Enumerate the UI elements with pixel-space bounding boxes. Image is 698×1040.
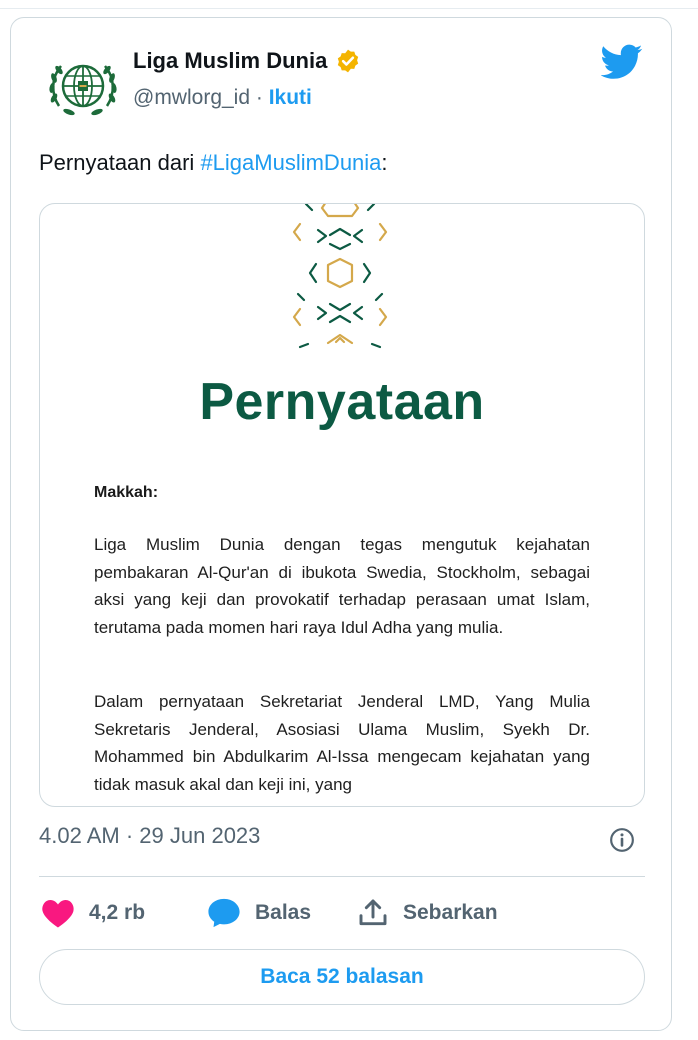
tweet-text-prefix: Pernyataan dari: [39, 150, 201, 175]
tweet-text-suffix: :: [381, 150, 388, 175]
author-handle[interactable]: @mwlorg_id: [133, 86, 250, 109]
author-handle-row: @mwlorg_id · Ikuti: [133, 86, 312, 110]
media-paragraph-1: Liga Muslim Dunia dengan tegas mengutuk …: [94, 535, 590, 637]
speech-bubble-icon: [208, 898, 240, 928]
author-name-text[interactable]: Liga Muslim Dunia: [133, 48, 327, 74]
tweet-timestamp[interactable]: 4.02 AM · 29 Jun 2023: [39, 823, 260, 849]
verified-badge-icon: [338, 49, 359, 73]
follow-button[interactable]: Ikuti: [269, 86, 312, 109]
tweet-embed-card: Liga Muslim Dunia @mwlorg_id · Ikuti Per…: [10, 17, 672, 1031]
geometric-pattern-icon: [292, 204, 388, 349]
media-location: Makkah:: [94, 484, 159, 501]
tweet-text: Pernyataan dari #LigaMuslimDunia:: [39, 150, 388, 176]
top-divider: [0, 8, 698, 9]
media-paragraph-2: Dalam pernyataan Sekretariat Jenderal LM…: [94, 692, 590, 794]
handle-separator: ·: [255, 86, 263, 109]
avatar[interactable]: [41, 46, 125, 130]
read-replies-label: Baca 52 balasan: [260, 965, 424, 988]
read-replies-button[interactable]: Baca 52 balasan: [39, 949, 645, 1005]
share-button[interactable]: Sebarkan: [357, 896, 498, 930]
reply-label: Balas: [255, 901, 312, 924]
like-button[interactable]: 4,2 rb: [41, 896, 145, 930]
timestamp-separator: ·: [125, 823, 134, 848]
mwl-logo-icon: [49, 64, 117, 116]
share-label: Sebarkan: [403, 901, 498, 924]
hashtag-link[interactable]: #LigaMuslimDunia: [200, 150, 381, 175]
tweet-date[interactable]: 29 Jun 2023: [139, 823, 260, 848]
like-count: 4,2 rb: [89, 901, 146, 924]
info-icon[interactable]: [609, 827, 635, 853]
author-name[interactable]: Liga Muslim Dunia: [133, 48, 361, 74]
media-title: Pernyataan: [199, 373, 485, 431]
tweet-time[interactable]: 4.02 AM: [39, 823, 120, 848]
tweet-media-image[interactable]: Pernyataan Makkah: Liga Muslim Dunia den…: [39, 203, 645, 807]
twitter-bird-icon[interactable]: [601, 44, 643, 80]
heart-icon: [42, 900, 74, 928]
reply-button[interactable]: Balas: [207, 896, 311, 930]
share-upload-icon: [359, 899, 387, 926]
actions-divider: [39, 876, 645, 877]
